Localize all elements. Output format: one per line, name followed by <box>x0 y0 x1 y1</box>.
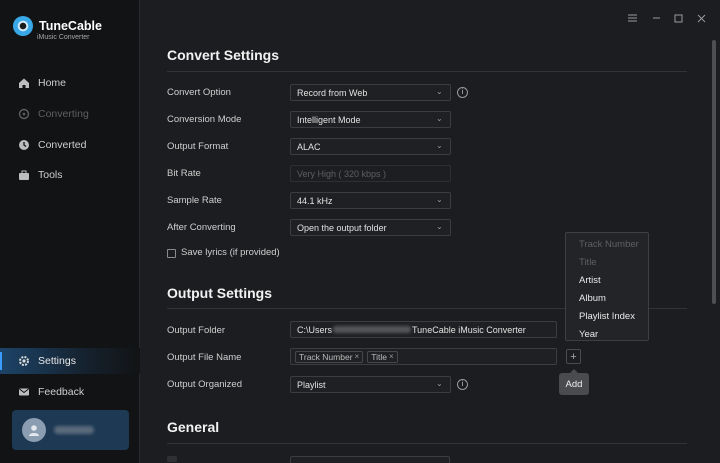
maximize-icon[interactable] <box>671 11 685 25</box>
sidebar-item-feedback[interactable]: Feedback <box>0 379 140 405</box>
sidebar-item-home[interactable]: Home <box>0 70 140 96</box>
chevron-down-icon: ⌄ <box>436 195 443 204</box>
convert-option-label: Convert Option <box>167 87 231 98</box>
save-lyrics-checkbox[interactable] <box>167 249 176 258</box>
dropdown-item-title: Title <box>579 256 597 268</box>
file-name-tag[interactable]: Title × <box>367 350 398 363</box>
sidebar-item-label: Converted <box>38 139 87 151</box>
divider <box>167 71 687 72</box>
folder-path-suffix: TuneCable iMusic Converter <box>412 324 526 335</box>
select-value: Very High ( 320 kbps ) <box>297 168 387 179</box>
output-file-name-label: Output File Name <box>167 352 242 363</box>
scrollbar[interactable] <box>712 40 716 304</box>
select-value: 44.1 kHz <box>297 195 333 206</box>
bit-rate-label: Bit Rate <box>167 168 201 179</box>
chevron-down-icon: ⌄ <box>436 379 443 388</box>
clock-icon <box>18 139 30 151</box>
dropdown-item-playlist-index[interactable]: Playlist Index <box>566 307 648 325</box>
cut-off-label <box>167 456 177 462</box>
app-name: TuneCable <box>39 19 102 33</box>
close-icon[interactable]: × <box>389 352 394 361</box>
output-settings-title: Output Settings <box>167 285 272 301</box>
add-tag-button[interactable]: + <box>566 349 581 364</box>
tag-label: Track Number <box>299 351 353 362</box>
conversion-mode-select[interactable]: Intelligent Mode ⌄ <box>290 111 451 128</box>
avatar <box>22 418 46 442</box>
output-file-name-field[interactable]: Track Number × Title × <box>290 348 557 365</box>
sample-rate-label: Sample Rate <box>167 195 222 206</box>
dropdown-item-track-number: Track Number <box>579 238 639 250</box>
general-title: General <box>167 419 220 435</box>
conversion-mode-label: Conversion Mode <box>167 114 242 125</box>
sidebar-item-label: Tools <box>38 169 63 181</box>
info-icon[interactable]: i <box>457 87 468 98</box>
redacted-username <box>333 326 412 333</box>
add-tooltip: Add <box>559 369 589 395</box>
save-lyrics-label: Save lyrics (if provided) <box>181 247 280 258</box>
after-converting-label: After Converting <box>167 222 236 233</box>
tag-label: Title <box>371 351 387 362</box>
chevron-down-icon: ⌄ <box>436 222 443 231</box>
output-folder-label: Output Folder <box>167 325 226 336</box>
close-icon[interactable]: × <box>355 352 360 361</box>
select-value: Intelligent Mode <box>297 114 361 125</box>
bit-rate-select: Very High ( 320 kbps ) <box>290 165 451 182</box>
sample-rate-select[interactable]: 44.1 kHz ⌄ <box>290 192 451 209</box>
sidebar-item-label: Converting <box>38 108 89 120</box>
app-logo-icon <box>13 16 33 36</box>
sidebar: TuneCable iMusic Converter Home Converti… <box>0 0 140 463</box>
mail-icon <box>18 386 30 398</box>
sidebar-item-label: Feedback <box>38 386 85 398</box>
select-value: Playlist <box>297 379 326 390</box>
user-name-redacted <box>54 426 94 434</box>
user-account-card[interactable] <box>12 410 129 450</box>
folder-path-prefix: C:\Users <box>297 324 333 335</box>
output-format-label: Output Format <box>167 141 229 152</box>
chevron-down-icon: ⌄ <box>436 141 443 150</box>
plus-icon: + <box>570 350 577 363</box>
info-icon[interactable]: i <box>457 379 468 390</box>
close-icon[interactable] <box>694 11 708 25</box>
chevron-down-icon: ⌄ <box>436 114 443 123</box>
app-subtitle: iMusic Converter <box>37 34 90 41</box>
sidebar-item-label: Settings <box>38 355 76 367</box>
dropdown-item-artist[interactable]: Artist <box>566 271 648 289</box>
dropdown-item-year[interactable]: Year <box>566 325 648 343</box>
divider <box>167 443 687 444</box>
home-icon <box>18 77 30 89</box>
chevron-down-icon: ⌄ <box>436 87 443 96</box>
select-value: Open the output folder <box>297 222 387 233</box>
sidebar-item-converting[interactable]: Converting <box>0 101 140 127</box>
file-name-tag[interactable]: Track Number × <box>295 350 364 363</box>
output-folder-input[interactable]: C:\Users TuneCable iMusic Converter <box>290 321 557 338</box>
select-value: Record from Web <box>297 87 368 98</box>
toolbox-icon <box>18 169 30 181</box>
convert-settings-title: Convert Settings <box>167 47 280 63</box>
output-organized-select[interactable]: Playlist ⌄ <box>290 376 451 393</box>
tag-options-dropdown: Track Number Title Artist Album Playlist… <box>565 232 649 341</box>
select-value: ALAC <box>297 141 321 152</box>
sidebar-item-settings[interactable]: Settings <box>0 348 140 374</box>
sidebar-item-converted[interactable]: Converted <box>0 132 140 158</box>
sidebar-item-tools[interactable]: Tools <box>0 162 140 188</box>
convert-option-select[interactable]: Record from Web ⌄ <box>290 84 451 101</box>
output-organized-label: Output Organized <box>167 379 242 390</box>
output-format-select[interactable]: ALAC ⌄ <box>290 138 451 155</box>
dropdown-item-album[interactable]: Album <box>566 289 648 307</box>
minimize-icon[interactable] <box>649 11 663 25</box>
after-converting-select[interactable]: Open the output folder ⌄ <box>290 219 451 236</box>
sidebar-item-label: Home <box>38 77 67 89</box>
cut-off-select[interactable] <box>290 456 450 463</box>
converting-icon <box>18 108 30 120</box>
menu-icon[interactable] <box>625 11 639 25</box>
gear-icon <box>18 355 30 367</box>
